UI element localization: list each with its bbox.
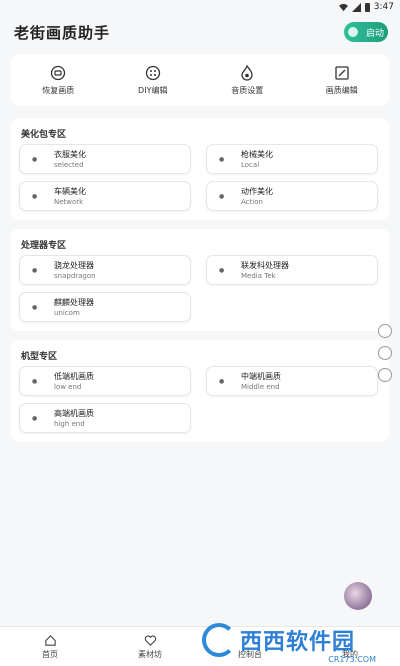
card-kirin[interactable]: ● 麒麟处理器 unicom [19,292,191,322]
restore-icon [50,65,66,81]
watermark-subtext: CR173.COM [328,655,376,664]
quick-quality-edit[interactable]: 画质编辑 [295,54,390,106]
card-title: 车辆美化 [54,187,86,196]
card-subtitle: Local [241,161,260,169]
quick-diy-edit[interactable]: DIY编辑 [106,54,201,106]
card-title: 骁龙处理器 [54,261,94,270]
card-subtitle: Action [241,198,263,206]
card-action-beautify[interactable]: ● 动作美化 Action [206,181,378,211]
card-clothes-beautify[interactable]: ● 衣服美化 selected [19,144,191,174]
card-gun-beautify[interactable]: ● 枪械美化 Local [206,144,378,174]
card-mediatek[interactable]: ● 联发科处理器 Media Tek [206,255,378,285]
flame-icon [239,64,255,81]
card-middle-end[interactable]: ● 中端机画质 Middle end [206,366,378,396]
toggle-knob [348,27,358,37]
tab-label: 素材坊 [138,649,162,659]
card-icon: ● [219,156,225,163]
watermark: 西西软件园 [202,620,382,660]
card-subtitle: low end [54,383,82,391]
card-title: 动作美化 [241,187,273,196]
floating-assist-button[interactable] [344,582,372,610]
card-high-end[interactable]: ● 高端机画质 high end [19,403,191,433]
quick-sound-label: 音质设置 [231,85,264,95]
palette-icon [145,65,161,81]
section-title: 美化包专区 [21,130,67,140]
card-icon: ● [32,378,38,385]
card-subtitle: unicom [54,309,80,317]
card-icon: ● [32,193,38,200]
start-label: 启动 [365,28,384,39]
card-icon: ● [32,415,38,422]
card-title: 低端机画质 [54,372,94,381]
card-subtitle: selected [54,161,84,169]
card-title: 中端机画质 [241,372,281,381]
quick-restore-quality[interactable]: 恢复画质 [11,54,106,106]
card-title: 枪械美化 [241,150,273,159]
app-title: 老街画质助手 [14,23,111,42]
card-title: 高端机画质 [54,409,94,418]
status-bar: 3:47 [0,0,400,14]
app-header: 老街画质助手 启动 [14,20,388,44]
processor-section: 处理器专区 ● 骁龙处理器 snapdragon ● 联发科处理器 Media … [11,229,389,331]
card-title: 联发科处理器 [241,261,289,270]
edit-icon [334,65,350,81]
card-title: 衣服美化 [54,150,86,159]
tab-materials[interactable]: 素材坊 [100,627,200,666]
section-title: 处理器专区 [21,241,67,251]
card-icon: ● [32,267,38,274]
card-subtitle: Media Tek [241,272,276,280]
card-subtitle: snapdragon [54,272,96,280]
card-title: 麒麟处理器 [54,298,94,307]
card-vehicle-beautify[interactable]: ● 车辆美化 Network [19,181,191,211]
side-nav-dot[interactable] [378,368,392,382]
card-icon: ● [219,378,225,385]
card-icon: ● [219,193,225,200]
model-section: 机型专区 ● 低端机画质 low end ● 中端机画质 Middle end … [11,340,389,442]
card-icon: ● [32,304,38,311]
side-nav-dot[interactable] [378,346,392,360]
tab-home[interactable]: 首页 [0,627,100,666]
quick-restore-label: 恢复画质 [42,85,75,95]
watermark-logo-icon [202,623,236,657]
card-icon: ● [219,267,225,274]
card-subtitle: Network [54,198,84,206]
side-nav-dot[interactable] [378,324,392,338]
card-low-end[interactable]: ● 低端机画质 low end [19,366,191,396]
quick-diy-label: DIY编辑 [138,85,168,95]
card-icon: ● [32,156,38,163]
tab-label: 首页 [42,649,58,659]
heart-icon [144,634,157,647]
card-snapdragon[interactable]: ● 骁龙处理器 snapdragon [19,255,191,285]
quick-actions: 恢复画质 DIY编辑 音质设置 画质编辑 [11,54,389,106]
signal-icon [351,2,361,12]
watermark-text: 西西软件园 [240,630,356,655]
clock: 3:47 [373,2,394,12]
quick-quality-label: 画质编辑 [325,85,358,95]
beautify-section: 美化包专区 ● 衣服美化 selected ● 枪械美化 Local ● 车辆美… [11,118,389,220]
battery-icon [364,2,370,12]
section-title: 机型专区 [21,352,58,362]
home-icon [44,634,57,647]
card-subtitle: high end [54,420,85,428]
start-toggle-button[interactable]: 启动 [344,22,388,42]
card-subtitle: Middle end [241,383,280,391]
quick-sound-settings[interactable]: 音质设置 [200,54,295,106]
wifi-icon [338,3,348,12]
